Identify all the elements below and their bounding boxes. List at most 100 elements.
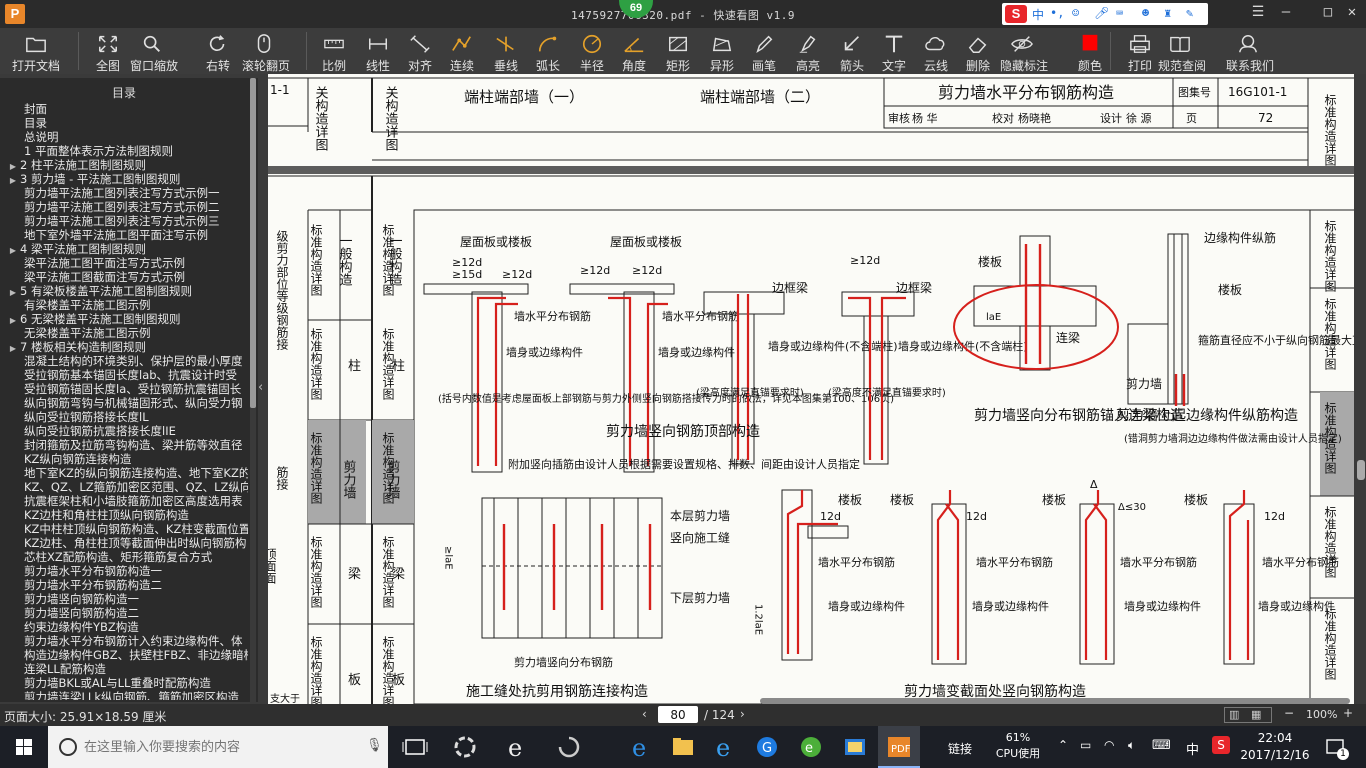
toc-item[interactable]: 受拉钢筋锚固长度la、受拉钢筋抗震锚固长: [0, 382, 248, 396]
toolbar-fit-button[interactable]: 全图: [92, 28, 124, 74]
toc-item[interactable]: 剪力墙BKL或AL与LL重叠时配筋构造: [0, 676, 248, 690]
keyboard-icon[interactable]: ⌨: [1116, 6, 1123, 20]
prev-page-icon[interactable]: ‹: [642, 707, 647, 721]
maximize-button[interactable]: □: [1318, 4, 1338, 20]
toolbar-arc-button[interactable]: 弧长: [532, 28, 564, 74]
toc-item[interactable]: 无梁楼盖平法施工图示例: [0, 326, 248, 340]
toc-item[interactable]: 受拉钢筋基本锚固长度lab、抗震设计时受: [0, 368, 248, 382]
toc-item[interactable]: 封闭箍筋及拉筋弯钩构造、梁并筋等效直径: [0, 438, 248, 452]
sogou-tray-icon[interactable]: S: [1212, 736, 1230, 754]
toc-item[interactable]: 剪力墙平法施工图列表注写方式示例三: [0, 214, 248, 228]
expand-arrow-icon[interactable]: ▶: [6, 314, 20, 326]
toolbar-rotate-button[interactable]: 右转: [202, 28, 234, 74]
document-viewport[interactable]: 1-1 剪力墙水平分布钢筋构造 图集号 16G101-1 审核 杨 华 校对 杨…: [268, 74, 1354, 704]
toolbar-cont-button[interactable]: 连续: [446, 28, 478, 74]
battery-icon[interactable]: ▭: [1080, 738, 1091, 752]
toolbar-zoomwin-button[interactable]: 窗口缩放: [130, 28, 178, 74]
zoom-in-button[interactable]: +: [1343, 706, 1353, 720]
toc-item[interactable]: 剪力墙竖向钢筋构造一: [0, 592, 248, 606]
document-hscrollbar-thumb[interactable]: [760, 698, 1350, 704]
toolbar-align-button[interactable]: 对齐: [404, 28, 436, 74]
action-center-button[interactable]: 1: [1322, 734, 1349, 760]
toc-item[interactable]: 封面: [0, 102, 248, 116]
double-page-icon[interactable]: ▦: [1251, 708, 1261, 721]
document-scrollbar-thumb[interactable]: [1357, 460, 1365, 480]
toc-item[interactable]: 纵向钢筋弯钩与机械锚固形式、纵向受力钢: [0, 396, 248, 410]
toc-item[interactable]: 剪力墙平法施工图列表注写方式示例一: [0, 186, 248, 200]
emoji-icon[interactable]: ☺: [1072, 6, 1079, 20]
toc-item[interactable]: ▶ 3 剪力墙 - 平法施工图制图规则: [0, 172, 248, 186]
expand-arrow-icon[interactable]: ▶: [6, 244, 20, 256]
toc-scrollbar-thumb[interactable]: [250, 78, 256, 408]
toc-item[interactable]: 地下室KZ的纵向钢筋连接构造、地下室KZ的: [0, 466, 248, 480]
toc-item[interactable]: 梁平法施工图截面注写方式示例: [0, 270, 248, 284]
tray-expand-icon[interactable]: ⌃: [1058, 738, 1068, 752]
toc-item[interactable]: 构造边缘构件GBZ、扶壁柱FBZ、非边缘暗柱: [0, 648, 248, 662]
ime-toolbar[interactable]: S 中 •, ☺ 🎤︎ ⌨ ☻ ♜ ✎: [1002, 3, 1208, 25]
single-page-icon[interactable]: ▥: [1229, 708, 1239, 721]
expand-arrow-icon[interactable]: ▶: [6, 160, 20, 172]
toolbar-highlight-button[interactable]: 高亮: [792, 28, 824, 74]
toc-item[interactable]: ▶ 2 柱平法施工图制图规则: [0, 158, 248, 172]
toc-item[interactable]: 剪力墙水平分布钢筋构造二: [0, 578, 248, 592]
toolbar-irreg-button[interactable]: 异形: [706, 28, 738, 74]
toolbar-wheel-button[interactable]: 滚轮翻页: [242, 28, 290, 74]
toc-item[interactable]: 剪力墙平法施工图列表注写方式示例二: [0, 200, 248, 214]
toc-item[interactable]: 梁平法施工图平面注写方式示例: [0, 256, 248, 270]
toolbar-hide-button[interactable]: 隐藏标注: [1000, 28, 1048, 74]
spiral-app-icon[interactable]: [548, 726, 590, 768]
file-explorer-icon[interactable]: [662, 726, 704, 768]
toolbar-spec-button[interactable]: 规范查阅: [1158, 28, 1206, 74]
toc-item[interactable]: 地下室外墙平法施工图平面注写示例: [0, 228, 248, 242]
pinwheel-app-icon[interactable]: [444, 726, 486, 768]
toc-item[interactable]: KZ纵向钢筋连接构造: [0, 452, 248, 466]
toc-item[interactable]: 剪力墙水平分布钢筋计入约束边缘构件、体: [0, 634, 248, 648]
ime-punct-label[interactable]: •,: [1050, 6, 1064, 20]
toolbar-color-button[interactable]: 颜色: [1074, 28, 1106, 74]
toolbar-text-button[interactable]: 文字: [878, 28, 910, 74]
expand-arrow-icon[interactable]: ▶: [6, 174, 20, 186]
toc-item[interactable]: 抗震框架柱和小墙肢箍筋加密区高度选用表: [0, 494, 248, 508]
zoom-out-button[interactable]: −: [1284, 706, 1294, 720]
toc-item[interactable]: ▶ 7 楼板相关构造制图规则: [0, 340, 248, 354]
expand-arrow-icon[interactable]: ▶: [6, 286, 20, 298]
volume-icon[interactable]: 🔈︎: [1128, 738, 1135, 753]
sogou-browser-icon[interactable]: G: [746, 726, 788, 768]
windows-logo-icon[interactable]: [0, 726, 48, 768]
wrench-icon[interactable]: ✎: [1186, 6, 1193, 20]
toc-item[interactable]: ▶ 5 有梁板楼盖平法施工图制图规则: [0, 284, 248, 298]
microphone-icon[interactable]: 🎤︎: [1094, 6, 1109, 20]
toc-item[interactable]: KZ中柱柱顶纵向钢筋构造、KZ柱变截面位置: [0, 522, 248, 536]
touch-keyboard-icon[interactable]: ⌨: [1152, 738, 1171, 753]
toc-item[interactable]: 纵向受拉钢筋抗震搭接长度lIE: [0, 424, 248, 438]
toolbar-radius-button[interactable]: 半径: [576, 28, 608, 74]
toc-item[interactable]: 芯柱XZ配筋构造、矩形箍筋复合方式: [0, 550, 248, 564]
toc-item[interactable]: ▶ 4 梁平法施工图制图规则: [0, 242, 248, 256]
toolbar-arrow-button[interactable]: 箭头: [836, 28, 868, 74]
expand-arrow-icon[interactable]: ▶: [6, 342, 20, 354]
skin-icon[interactable]: ♜: [1164, 6, 1171, 20]
taskbar-search[interactable]: 🎙︎: [48, 726, 388, 768]
toc-item[interactable]: 混凝土结构的环境类别、保护层的最小厚度: [0, 354, 248, 368]
document-scrollbar[interactable]: [1356, 74, 1366, 704]
ime-indicator[interactable]: 中: [1186, 739, 1199, 758]
toolbar-cloud-button[interactable]: 云线: [920, 28, 952, 74]
toolbar-open-button[interactable]: 打开文档: [12, 28, 60, 74]
toc-item[interactable]: 约束边缘构件YBZ构造: [0, 620, 248, 634]
wifi-icon[interactable]: ◠: [1104, 738, 1114, 752]
cortana-icon[interactable]: [56, 735, 80, 759]
toc-item[interactable]: 剪力墙连梁LLk纵向钢筋、箍筋加密区构造: [0, 690, 248, 700]
system-clock[interactable]: 22:04 2017/12/16: [1240, 730, 1310, 764]
cpu-usage-widget[interactable]: 61% CPU使用: [990, 730, 1046, 762]
toc-item[interactable]: 纵向受拉钢筋搭接长度lL: [0, 410, 248, 424]
pdf-viewer-taskbar-icon[interactable]: PDF: [878, 726, 920, 768]
skin-menu-icon[interactable]: ☰: [1248, 4, 1268, 20]
toc-item[interactable]: KZ边柱和角柱柱顶纵向钢筋构造: [0, 508, 248, 522]
sogou-ime-icon[interactable]: S: [1005, 5, 1027, 23]
minimize-button[interactable]: –: [1276, 4, 1296, 20]
sidebar-collapse-icon[interactable]: ‹: [258, 380, 268, 400]
user-icon[interactable]: ☻: [1142, 6, 1149, 20]
toolbar-rect-button[interactable]: 矩形: [662, 28, 694, 74]
toolbar-angle-button[interactable]: 角度: [618, 28, 650, 74]
edge-browser-icon[interactable]: e: [620, 726, 662, 768]
